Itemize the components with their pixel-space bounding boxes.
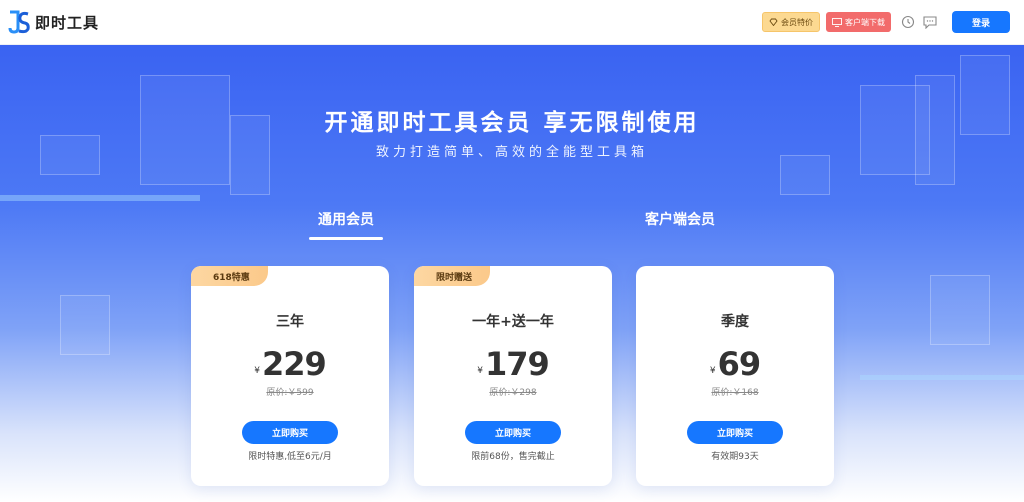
promo-badge: 限时赠送: [414, 266, 491, 286]
background-decoration: [930, 275, 990, 345]
vip-special-button[interactable]: 会员特价: [762, 12, 820, 32]
original-price: 原价:￥298: [489, 388, 537, 398]
app-logo[interactable]: 即时工具: [8, 10, 99, 34]
plan-name: 一年+送一年: [472, 314, 554, 330]
plan-note: 限前68份，售完截止: [471, 452, 555, 462]
client-download-label: 客户端下载: [845, 17, 885, 27]
buy-now-button[interactable]: 立即购买: [465, 421, 561, 444]
currency-symbol: ¥: [709, 366, 716, 376]
buy-now-button[interactable]: 立即购买: [242, 421, 338, 444]
original-price: 原价:￥168: [711, 388, 759, 398]
currency-symbol: ¥: [477, 366, 483, 376]
buy-now-button[interactable]: 立即购买: [687, 421, 783, 444]
background-decoration: [780, 155, 830, 195]
plan-price: 229: [261, 345, 327, 383]
tab-general-membership[interactable]: 通用会员: [309, 209, 383, 229]
login-button[interactable]: 登录: [952, 11, 1010, 33]
plan-card-one-plus-one-year[interactable]: 限时赠送 一年+送一年 ¥ 179 原价:￥298 立即购买 限前68份，售完截…: [414, 266, 612, 486]
logo-icon: [8, 10, 30, 34]
plan-name: 季度: [721, 314, 749, 330]
price-row: ¥ 69: [636, 347, 834, 381]
background-decoration: [860, 375, 1024, 380]
plan-price: 179: [484, 345, 550, 383]
vip-special-label: 会员特价: [781, 17, 813, 27]
plan-note: 限时特惠,低至6元/月: [248, 452, 332, 462]
diamond-icon: [769, 18, 778, 26]
history-icon[interactable]: [900, 14, 916, 30]
background-decoration: [60, 295, 110, 355]
membership-hero: 开通即时工具会员 享无限制使用 致力打造简单、高效的全能型工具箱 通用会员 客户…: [0, 45, 1024, 502]
original-price: 原价:￥599: [266, 388, 314, 398]
promo-badge: 618特惠: [191, 266, 268, 286]
plan-price: 69: [717, 345, 762, 383]
price-row: ¥ 229: [191, 347, 389, 381]
monitor-icon: [832, 17, 842, 27]
hero-subtitle: 致力打造简单、高效的全能型工具箱: [375, 145, 648, 160]
app-name: 即时工具: [35, 13, 100, 32]
client-download-button[interactable]: 客户端下载: [826, 12, 891, 32]
top-header: 即时工具 会员特价 客户端下载 登录: [0, 0, 1024, 45]
currency-symbol: ¥: [254, 366, 260, 376]
plan-name: 三年: [276, 314, 304, 330]
hero-title: 开通即时工具会员 享无限制使用: [324, 110, 700, 136]
plan-card-three-year[interactable]: 618特惠 三年 ¥ 229 原价:￥599 立即购买 限时特惠,低至6元/月: [191, 266, 389, 486]
plan-note: 有效期93天: [711, 452, 759, 462]
tab-client-membership[interactable]: 客户端会员: [640, 209, 720, 229]
message-icon[interactable]: [922, 14, 938, 30]
active-tab-indicator: [309, 237, 383, 240]
background-decoration: [0, 195, 200, 201]
plan-card-quarterly[interactable]: 季度 ¥ 69 原价:￥168 立即购买 有效期93天: [636, 266, 834, 486]
price-row: ¥ 179: [414, 347, 612, 381]
